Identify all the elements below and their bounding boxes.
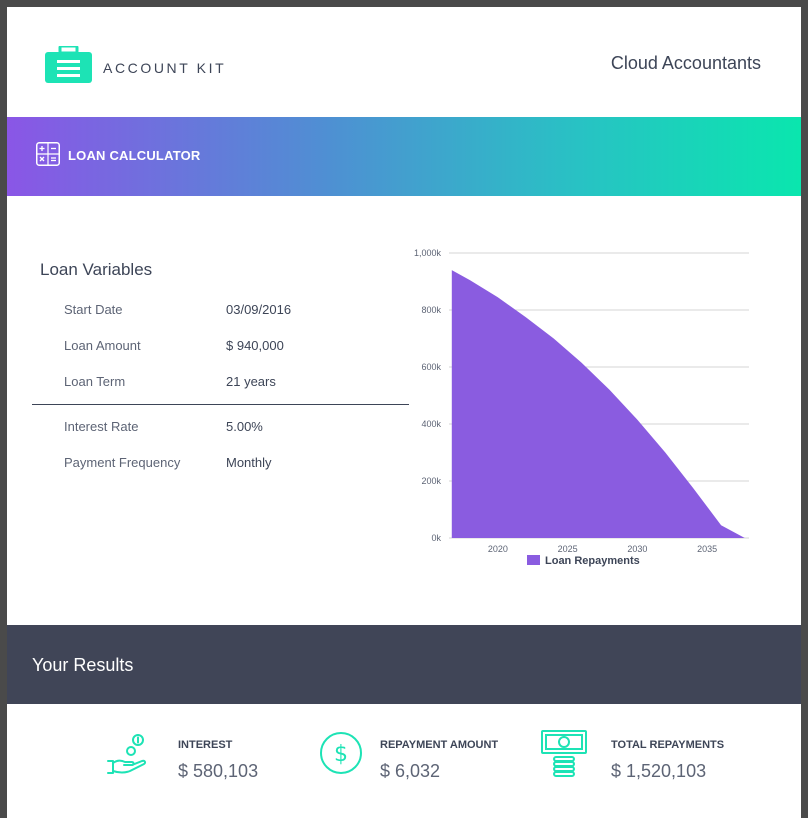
x-tick-label: 2020 — [488, 544, 508, 554]
y-tick-label: 0k — [431, 533, 441, 543]
x-tick-label: 2035 — [697, 544, 717, 554]
banknote-stack-icon — [541, 730, 587, 777]
svg-text:$: $ — [334, 742, 348, 767]
loan-variables-title: Loan Variables — [40, 260, 153, 279]
logo-text: ACCOUNT KIT — [103, 60, 227, 76]
y-tick-label: 800k — [421, 305, 441, 315]
result-label: REPAYMENT AMOUNT — [380, 739, 499, 751]
variable-value: Monthly — [226, 455, 272, 470]
header: ACCOUNT KIT Cloud Accountants — [7, 7, 801, 117]
calculator-icon — [36, 142, 60, 166]
hand-coins-icon — [107, 734, 147, 774]
results-title: Your Results — [32, 655, 134, 675]
result-repayment-amount: $ REPAYMENT AMOUNT $ 6,032 — [317, 725, 527, 795]
variable-label: Start Date — [64, 302, 123, 317]
variables-divider — [32, 404, 409, 405]
loan-calculator-page: ACCOUNT KIT Cloud Accountants LOAN CALCU… — [7, 7, 801, 818]
variable-row-interest-rate: Interest Rate 5.00% — [64, 419, 404, 439]
variable-value: 5.00% — [226, 419, 263, 434]
result-value: $ 580,103 — [178, 761, 259, 781]
company-name: Cloud Accountants — [610, 53, 761, 73]
results-bar: Your Results — [7, 625, 801, 704]
variable-value: 03/09/2016 — [226, 302, 292, 317]
dollar-circle-icon: $ — [320, 732, 362, 774]
variable-label: Interest Rate — [64, 419, 139, 434]
y-tick-label: 400k — [421, 419, 441, 429]
y-tick-label: 600k — [421, 362, 441, 372]
calculator-banner: LOAN CALCULATOR — [7, 117, 801, 196]
variable-row-payment-frequency: Payment Frequency Monthly — [64, 455, 404, 475]
result-value: $ 1,520,103 — [611, 761, 707, 781]
variable-label: Loan Amount — [64, 338, 141, 353]
result-value: $ 6,032 — [380, 761, 441, 781]
variable-label: Loan Term — [64, 374, 126, 389]
variable-value: 21 years — [226, 374, 276, 389]
briefcase-icon — [45, 46, 92, 83]
variable-row-start-date: Start Date 03/09/2016 — [64, 302, 404, 322]
result-interest: INTEREST $ 580,103 — [105, 725, 295, 795]
banner-title: LOAN CALCULATOR — [68, 148, 201, 163]
result-total-repayments: TOTAL REPAYMENTS $ 1,520,103 — [540, 725, 760, 795]
x-tick-label: 2025 — [558, 544, 578, 554]
variable-label: Payment Frequency — [64, 455, 181, 470]
variable-row-loan-term: Loan Term 21 years — [64, 374, 404, 394]
y-tick-label: 1,000k — [414, 248, 442, 258]
result-label: TOTAL REPAYMENTS — [611, 739, 725, 751]
x-tick-label: 2030 — [627, 544, 647, 554]
legend-label: Loan Repayments — [545, 555, 640, 567]
result-label: INTEREST — [178, 739, 233, 751]
legend-swatch — [527, 555, 540, 565]
loan-repayments-chart: 1,000k 800k 600k 400k 200k 0k 2020 2025 2030 2035… — [414, 248, 749, 567]
y-tick-label: 200k — [421, 476, 441, 486]
variable-value: $ 940,000 — [226, 338, 284, 353]
variable-row-loan-amount: Loan Amount $ 940,000 — [64, 338, 404, 358]
